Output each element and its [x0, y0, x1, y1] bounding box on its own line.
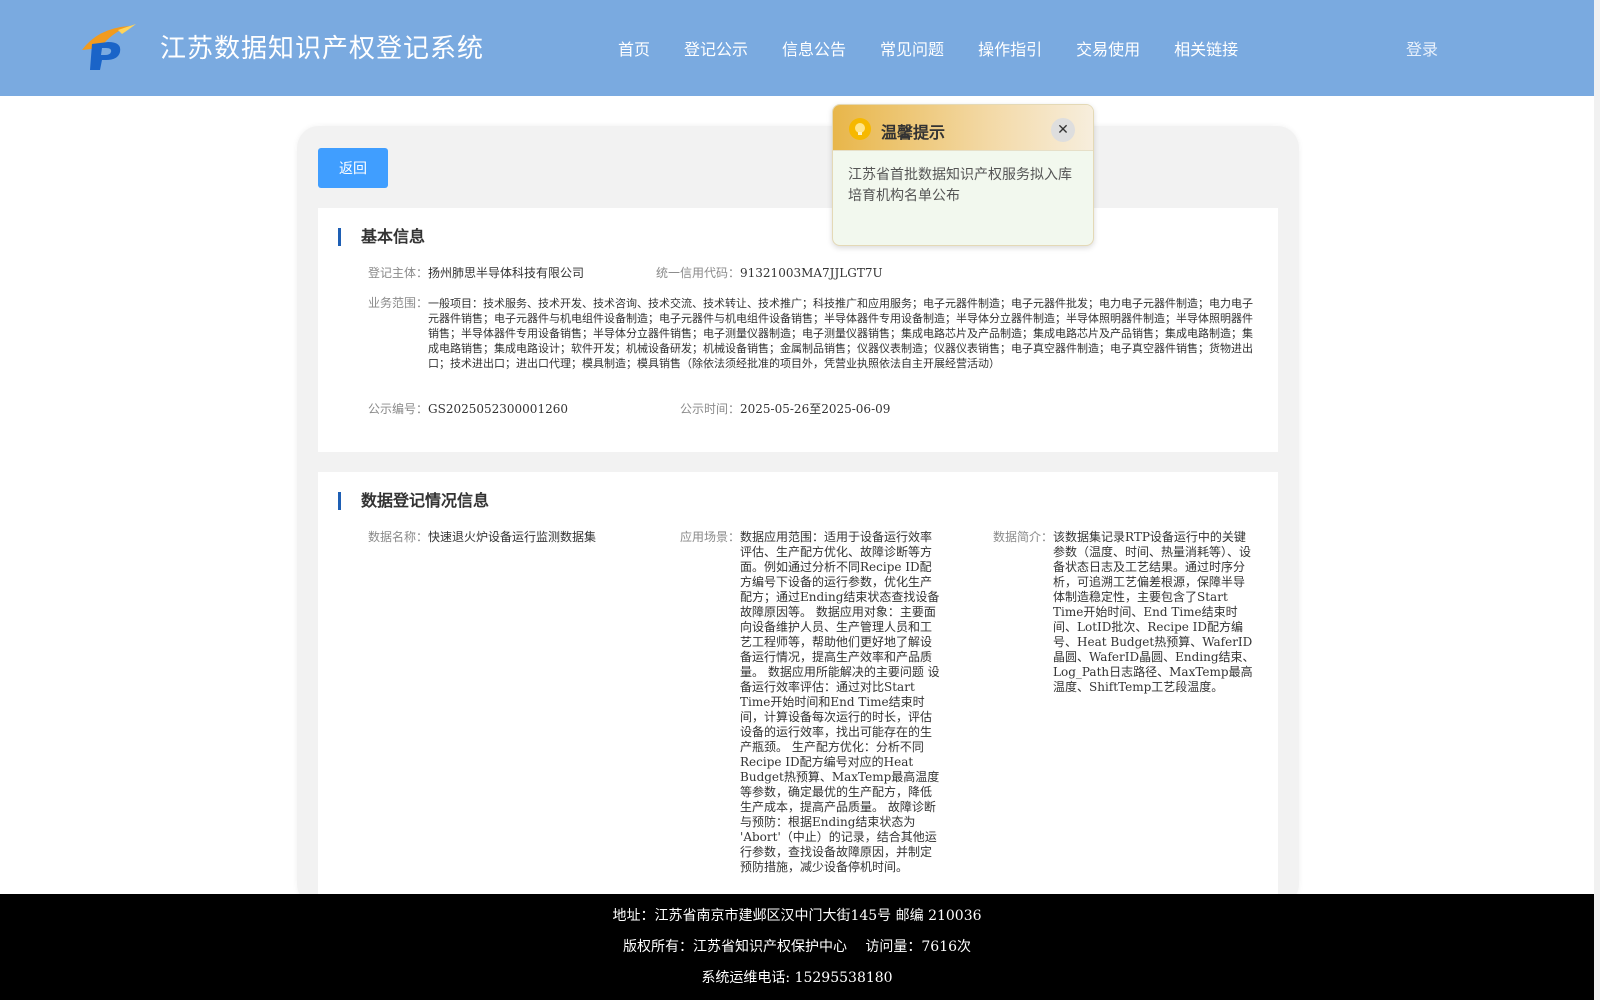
- site-footer: 地址：江苏省南京市建邺区汉中门大街145号 邮编 210036 版权所有：江苏省…: [0, 894, 1594, 1000]
- main-nav: 首页 登记公示 信息公告 常见问题 操作指引 交易使用 相关链接: [618, 36, 1272, 60]
- nav-guide[interactable]: 操作指引: [978, 36, 1042, 60]
- field-subject: 登记主体： 扬州肺思半导体科技有限公司: [368, 266, 584, 281]
- notice-popup: 温馨提示 ✕ 江苏省首批数据知识产权服务拟入库培育机构名单公布: [832, 104, 1094, 246]
- footer-copyright: 版权所有：江苏省知识产权保护中心 访问量：7616次: [622, 939, 972, 955]
- nav-faq[interactable]: 常见问题: [880, 36, 944, 60]
- field-value: 2025-05-26至2025-06-09: [740, 402, 891, 416]
- site-header: 江苏数据知识产权登记系统 首页 登记公示 信息公告 常见问题 操作指引 交易使用…: [0, 0, 1594, 96]
- site-title: 江苏数据知识产权登记系统: [160, 34, 485, 64]
- basic-info-title: 基本信息: [338, 228, 425, 246]
- field-label: 应用场景：: [680, 530, 741, 544]
- footer-phone: 系统运维电话: 15295538180: [701, 970, 893, 986]
- field-application-scene: 应用场景： 数据应用范围：适用于设备运行效率评估、生产配方优化、故障诊断等方面。…: [680, 530, 942, 875]
- field-data-intro: 数据简介： 该数据集记录RTP设备运行中的关键参数（温度、时间、热量消耗等）、设…: [993, 530, 1256, 695]
- back-button[interactable]: 返回: [318, 148, 388, 188]
- field-label: 业务范围：: [368, 296, 429, 310]
- field-pub-no: 公示编号： GS2025052300001260: [368, 402, 568, 417]
- field-value: 快速退火炉设备运行监测数据集: [428, 530, 597, 544]
- field-value: 一般项目：技术服务、技术开发、技术咨询、技术交流、技术转让、技术推广；科技推广和…: [428, 297, 1254, 370]
- field-value: GS2025052300001260: [428, 402, 568, 416]
- site-logo-icon[interactable]: [78, 20, 140, 72]
- nav-trade[interactable]: 交易使用: [1076, 36, 1140, 60]
- field-label: 公示编号：: [368, 402, 429, 416]
- nav-links[interactable]: 相关链接: [1174, 36, 1238, 60]
- basic-info-card: 基本信息 登记主体： 扬州肺思半导体科技有限公司 统一信用代码： 9132100…: [318, 208, 1278, 452]
- footer-address: 地址：江苏省南京市建邺区汉中门大街145号 邮编 210036: [612, 908, 982, 924]
- notice-popup-message[interactable]: 江苏省首批数据知识产权服务拟入库培育机构名单公布: [848, 165, 1080, 207]
- field-value: 数据应用范围：适用于设备运行效率评估、生产配方优化、故障诊断等方面。例如通过分析…: [740, 530, 940, 874]
- nav-registration-public[interactable]: 登记公示: [684, 36, 748, 60]
- bulb-icon: [849, 118, 871, 140]
- registration-info-card: 数据登记情况信息 数据名称： 快速退火炉设备运行监测数据集 应用场景： 数据应用…: [318, 472, 1278, 902]
- field-label: 数据简介：: [993, 530, 1054, 544]
- nav-announcements[interactable]: 信息公告: [782, 36, 846, 60]
- field-label: 登记主体：: [368, 266, 429, 280]
- field-business-scope: 业务范围： 一般项目：技术服务、技术开发、技术咨询、技术交流、技术转让、技术推广…: [368, 296, 1274, 371]
- field-credit-code: 统一信用代码： 91321003MA7JJLGT7U: [656, 266, 883, 281]
- login-link[interactable]: 登录: [1406, 36, 1438, 60]
- field-value: 扬州肺思半导体科技有限公司: [428, 266, 585, 280]
- notice-popup-title: 温馨提示: [881, 123, 946, 142]
- registration-info-title: 数据登记情况信息: [338, 492, 489, 510]
- field-label: 统一信用代码：: [656, 266, 741, 280]
- field-data-name: 数据名称： 快速退火炉设备运行监测数据集: [368, 530, 596, 545]
- field-label: 公示时间：: [680, 402, 741, 416]
- field-value: 该数据集记录RTP设备运行中的关键参数（温度、时间、热量消耗等）、设备状态日志及…: [1053, 530, 1255, 694]
- field-value: 91321003MA7JJLGT7U: [740, 266, 883, 280]
- field-label: 数据名称：: [368, 530, 429, 544]
- notice-popup-header: 温馨提示 ✕: [833, 105, 1093, 151]
- nav-home[interactable]: 首页: [618, 36, 650, 60]
- field-pub-time: 公示时间： 2025-05-26至2025-06-09: [680, 402, 890, 417]
- close-icon[interactable]: ✕: [1051, 118, 1075, 142]
- page-scrollbar[interactable]: [1594, 0, 1600, 1000]
